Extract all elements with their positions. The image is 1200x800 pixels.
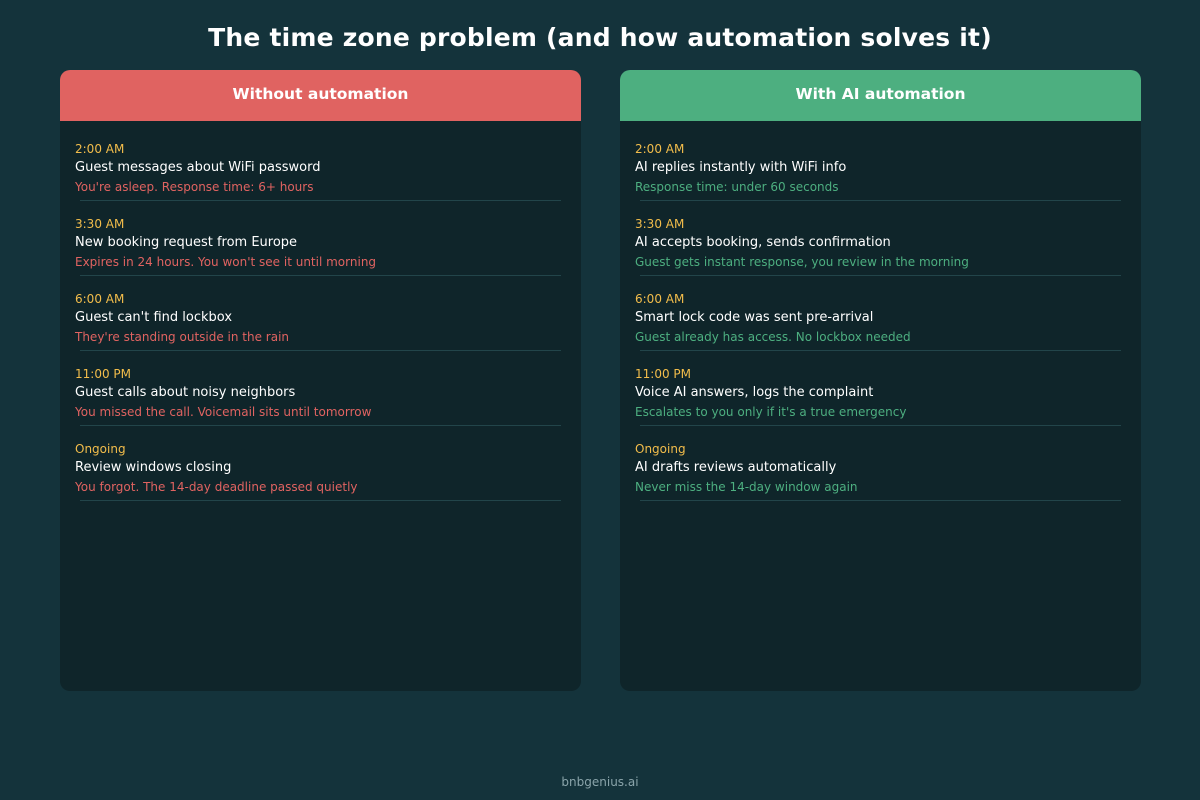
list-item: 11:00 PM Guest calls about noisy neighbo… [60, 365, 581, 440]
item-note: Escalates to you only if it's a true eme… [635, 405, 907, 419]
item-note: Response time: under 60 seconds [635, 180, 839, 194]
divider [80, 275, 561, 276]
list-item: Ongoing Review windows closing You forgo… [60, 440, 581, 515]
item-time: 11:00 PM [75, 367, 131, 381]
item-time: 3:30 AM [75, 217, 125, 231]
divider [80, 425, 561, 426]
with-automation-panel: With AI automation 2:00 AM AI replies in… [620, 70, 1141, 691]
item-event: Guest calls about noisy neighbors [75, 385, 296, 400]
item-event: Review windows closing [75, 460, 232, 475]
divider [640, 275, 1121, 276]
item-time: 2:00 AM [75, 142, 125, 156]
item-time: 11:00 PM [635, 367, 691, 381]
item-time: Ongoing [635, 442, 686, 456]
list-item: 6:00 AM Guest can't find lockbox They're… [60, 290, 581, 365]
item-event: Guest messages about WiFi password [75, 160, 321, 175]
page-title: The time zone problem (and how automatio… [208, 23, 992, 52]
item-event: AI drafts reviews automatically [635, 460, 837, 475]
list-item: 2:00 AM Guest messages about WiFi passwo… [60, 140, 581, 215]
item-time: 6:00 AM [635, 292, 685, 306]
item-event: AI replies instantly with WiFi info [635, 160, 847, 175]
list-item: 6:00 AM Smart lock code was sent pre-arr… [620, 290, 1141, 365]
divider [640, 350, 1121, 351]
item-note: You forgot. The 14-day deadline passed q… [75, 480, 358, 494]
item-time: Ongoing [75, 442, 126, 456]
item-note: You're asleep. Response time: 6+ hours [75, 180, 314, 194]
item-note: Expires in 24 hours. You won't see it un… [75, 255, 377, 269]
item-note: Guest already has access. No lockbox nee… [635, 330, 911, 344]
list-item: 3:30 AM AI accepts booking, sends confir… [620, 215, 1141, 290]
without-automation-panel: Without automation 2:00 AM Guest message… [60, 70, 581, 691]
divider [80, 350, 561, 351]
item-event: Smart lock code was sent pre-arrival [635, 310, 874, 325]
divider [640, 200, 1121, 201]
divider [80, 200, 561, 201]
with-automation-header: With AI automation [620, 70, 1141, 121]
list-item: Ongoing AI drafts reviews automatically … [620, 440, 1141, 515]
item-event: Voice AI answers, logs the complaint [635, 385, 874, 400]
without-automation-list: 2:00 AM Guest messages about WiFi passwo… [60, 121, 581, 515]
without-automation-header: Without automation [60, 70, 581, 121]
divider [640, 425, 1121, 426]
item-event: Guest can't find lockbox [75, 310, 233, 325]
divider [80, 500, 561, 501]
item-event: New booking request from Europe [75, 235, 298, 250]
item-note: They're standing outside in the rain [75, 330, 290, 344]
divider [640, 500, 1121, 501]
item-note: Guest gets instant response, you review … [635, 255, 969, 269]
with-automation-list: 2:00 AM AI replies instantly with WiFi i… [620, 121, 1141, 515]
item-note: You missed the call. Voicemail sits unti… [75, 405, 372, 419]
item-time: 3:30 AM [635, 217, 685, 231]
item-note: Never miss the 14-day window again [635, 480, 858, 494]
item-event: AI accepts booking, sends confirmation [635, 235, 891, 250]
list-item: 11:00 PM Voice AI answers, logs the comp… [620, 365, 1141, 440]
list-item: 2:00 AM AI replies instantly with WiFi i… [620, 140, 1141, 215]
list-item: 3:30 AM New booking request from Europe … [60, 215, 581, 290]
item-time: 6:00 AM [75, 292, 125, 306]
item-time: 2:00 AM [635, 142, 685, 156]
footer-brand: bnbgenius.ai [561, 775, 639, 789]
